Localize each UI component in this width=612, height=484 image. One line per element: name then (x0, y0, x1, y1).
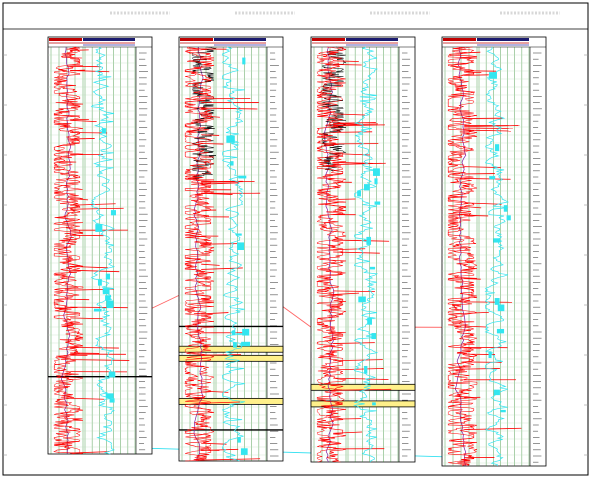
resistivity-blob (497, 329, 504, 333)
curve-legend-resistivity (346, 38, 398, 41)
resistivity-blob (507, 215, 511, 220)
gamma-ray-spike (333, 199, 355, 200)
resistivity-blob (494, 390, 500, 395)
resistivity-blob (371, 333, 376, 339)
resistivity-blob (366, 237, 371, 245)
resistivity-blob (489, 72, 497, 79)
resistivity-blob (357, 191, 361, 197)
resistivity-blob (493, 238, 500, 242)
resistivity-blob (95, 224, 102, 232)
curve-legend-gamma (443, 38, 476, 41)
resistivity-blob (106, 301, 113, 309)
resistivity-blob (242, 329, 249, 336)
resistivity-blob (236, 233, 242, 235)
resistivity-blob (498, 305, 505, 312)
resistivity-blob (489, 351, 492, 358)
cross-section-viewer (0, 0, 612, 480)
resistivity-blob (233, 342, 237, 347)
curve-legend-resistivity (83, 38, 135, 41)
resistivity-blob (364, 184, 370, 190)
resistivity-blob (226, 136, 234, 143)
resistivity-blob (358, 296, 366, 302)
gamma-ray-spike (333, 64, 362, 65)
resistivity-blob (504, 205, 508, 212)
resistivity-blob (373, 168, 380, 176)
curve-legend-resistivity (477, 38, 529, 41)
resistivity-blob (372, 402, 376, 405)
resistivity-blob (102, 128, 106, 133)
curve-legend-resistivity (214, 38, 266, 41)
resistivity-blob (111, 210, 116, 215)
resistivity-blob (232, 330, 235, 334)
curve-legend-gamma (49, 38, 82, 41)
resistivity-blob (106, 393, 114, 398)
resistivity-blob (364, 366, 367, 374)
formation-marker-highlight (179, 346, 283, 352)
well-log-track (48, 37, 152, 454)
resistivity-blob (374, 178, 377, 184)
resistivity-blob (105, 295, 110, 300)
resistivity-blob (238, 437, 241, 442)
well-column (48, 37, 152, 454)
well-log-track (442, 37, 546, 466)
resistivity-blob (241, 342, 250, 346)
gamma-ray-spike (70, 50, 88, 51)
resistivity-blob (230, 161, 233, 165)
resistivity-blob (367, 318, 372, 325)
resistivity-blob (110, 398, 115, 402)
formation-marker-highlight (311, 384, 415, 390)
resistivity-blob (238, 176, 246, 179)
resistivity-blob (94, 309, 102, 312)
resistivity-blob (500, 410, 505, 412)
curve-legend-gamma (312, 38, 345, 41)
resistivity-blob (489, 176, 495, 179)
gamma-ray-spike (464, 72, 481, 73)
resistivity-blob (242, 58, 245, 65)
resistivity-blob (241, 448, 248, 455)
well-column (311, 37, 415, 462)
resistivity-blob (237, 242, 244, 250)
gamma-ray-spike (464, 75, 489, 76)
resistivity-blob (106, 274, 110, 280)
well-column (179, 37, 283, 461)
gamma-ray-spike (70, 353, 99, 354)
well-correlation-canvas (0, 0, 612, 480)
curve-legend-gamma (180, 38, 213, 41)
resistivity-blob (495, 144, 499, 151)
resistivity-blob (495, 298, 500, 305)
resistivity-blob (370, 267, 375, 270)
resistivity-blob (103, 288, 110, 294)
resistivity-blob (109, 372, 116, 378)
resistivity-blob (98, 279, 102, 285)
well-column (442, 37, 546, 466)
resistivity-blob (375, 201, 381, 204)
